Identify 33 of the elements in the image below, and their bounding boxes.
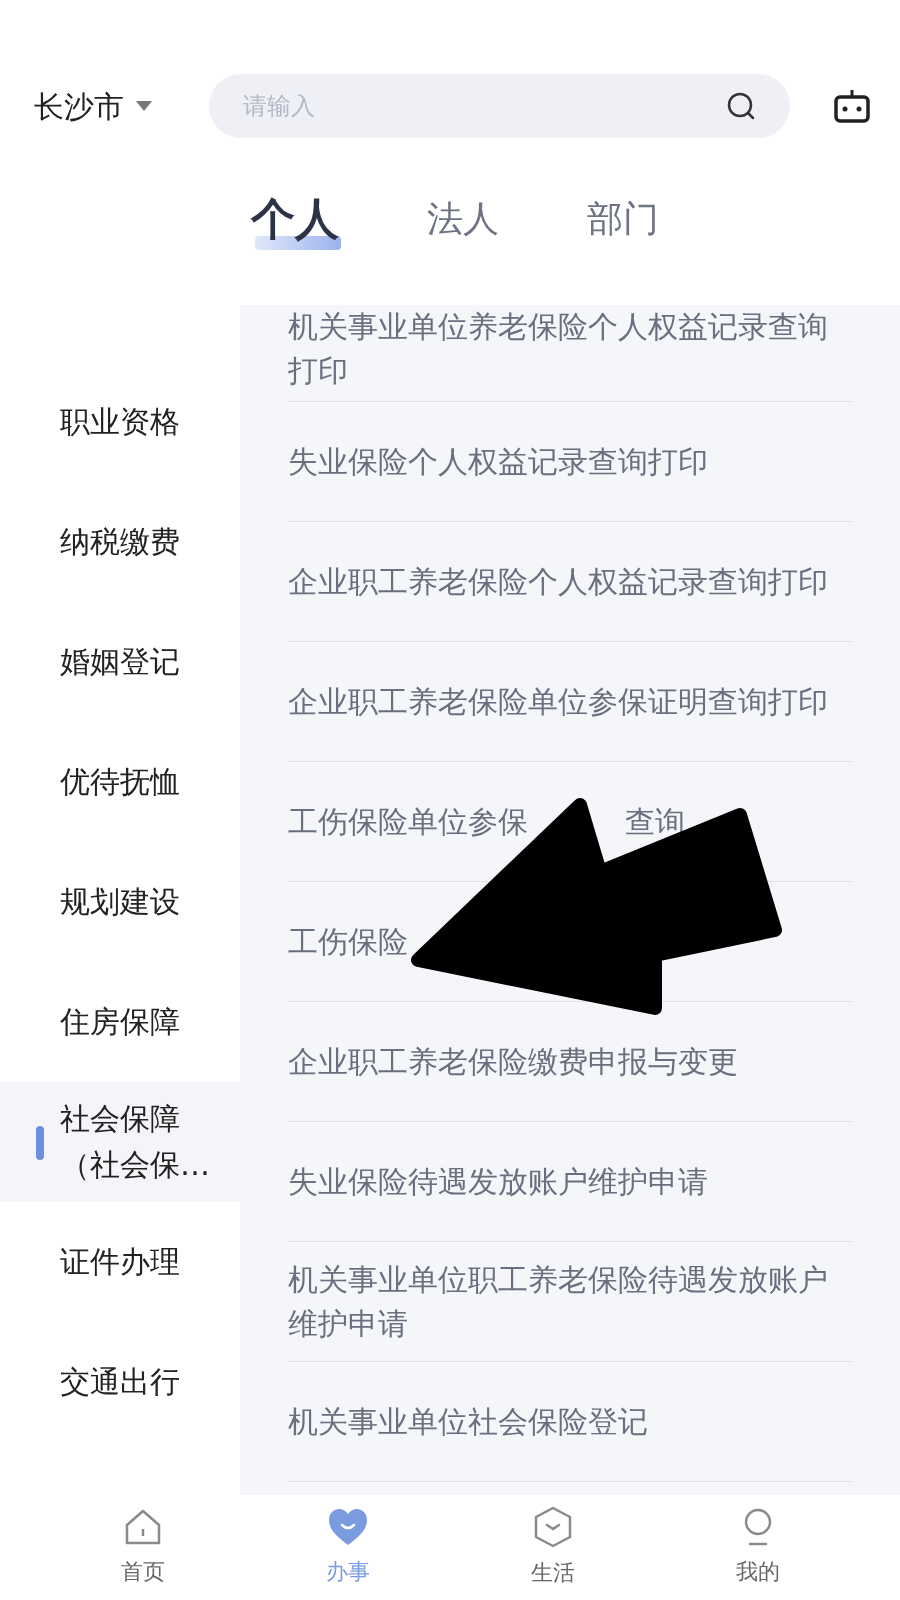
search-field[interactable]: 请输入	[209, 74, 790, 138]
tab[interactable]: 法人	[423, 186, 503, 252]
category-item[interactable]: 规划建设	[0, 842, 240, 962]
service-item[interactable]: 企业职工养老保险个人权益记录查询打印	[288, 559, 828, 604]
nav-tab[interactable]: 生活	[492, 1506, 613, 1589]
category-item[interactable]: 证件办理	[0, 1202, 240, 1322]
category-item[interactable]: 住房保障	[0, 962, 240, 1082]
heart-icon	[326, 1507, 369, 1547]
category-item[interactable]: 婚姻登记	[0, 602, 240, 722]
search-icon[interactable]	[726, 91, 756, 121]
nav-tab[interactable]: 首页	[82, 1507, 203, 1588]
service-item[interactable]: 工伤保险单位参保	[288, 799, 528, 844]
category-item[interactable]: 职业资格	[0, 362, 240, 482]
tab[interactable]: 个人	[247, 186, 343, 252]
category-item[interactable]: 纳税缴费	[0, 482, 240, 602]
service-item[interactable]: 企业职工养老保险缴费申报与变更	[288, 1039, 738, 1084]
category-item[interactable]: 交通出行	[0, 1322, 240, 1442]
caret-icon	[136, 101, 152, 111]
tab[interactable]: 部门	[583, 186, 663, 252]
service-item[interactable]: 机关事业单位养老保险个人权益记录查询打印	[288, 305, 852, 393]
service-item[interactable]: 失业保险待遇发放账户维护申请	[288, 1159, 708, 1204]
category-item[interactable]: 社会保障（社会保…	[0, 1082, 240, 1202]
search-input[interactable]: 请输入	[243, 88, 726, 124]
service-item[interactable]: 失业保险个人权益记录查询打印	[288, 439, 708, 484]
robot-icon[interactable]	[834, 89, 870, 123]
service-item[interactable]: 机关事业单位职工养老保险待遇发放账户维护申请	[288, 1257, 852, 1346]
service-item[interactable]: 工伤保险	[288, 919, 408, 964]
nav-tab[interactable]: 我的	[697, 1507, 818, 1588]
city-selector[interactable]: 长沙市	[34, 83, 209, 129]
service-item[interactable]: 企业职工养老保险单位参保证明查询打印	[288, 679, 828, 724]
service-item[interactable]: 机关事业单位社会保险登记	[288, 1399, 648, 1444]
category-item[interactable]: 优待抚恤	[0, 722, 240, 842]
hexagon-icon	[532, 1506, 573, 1548]
